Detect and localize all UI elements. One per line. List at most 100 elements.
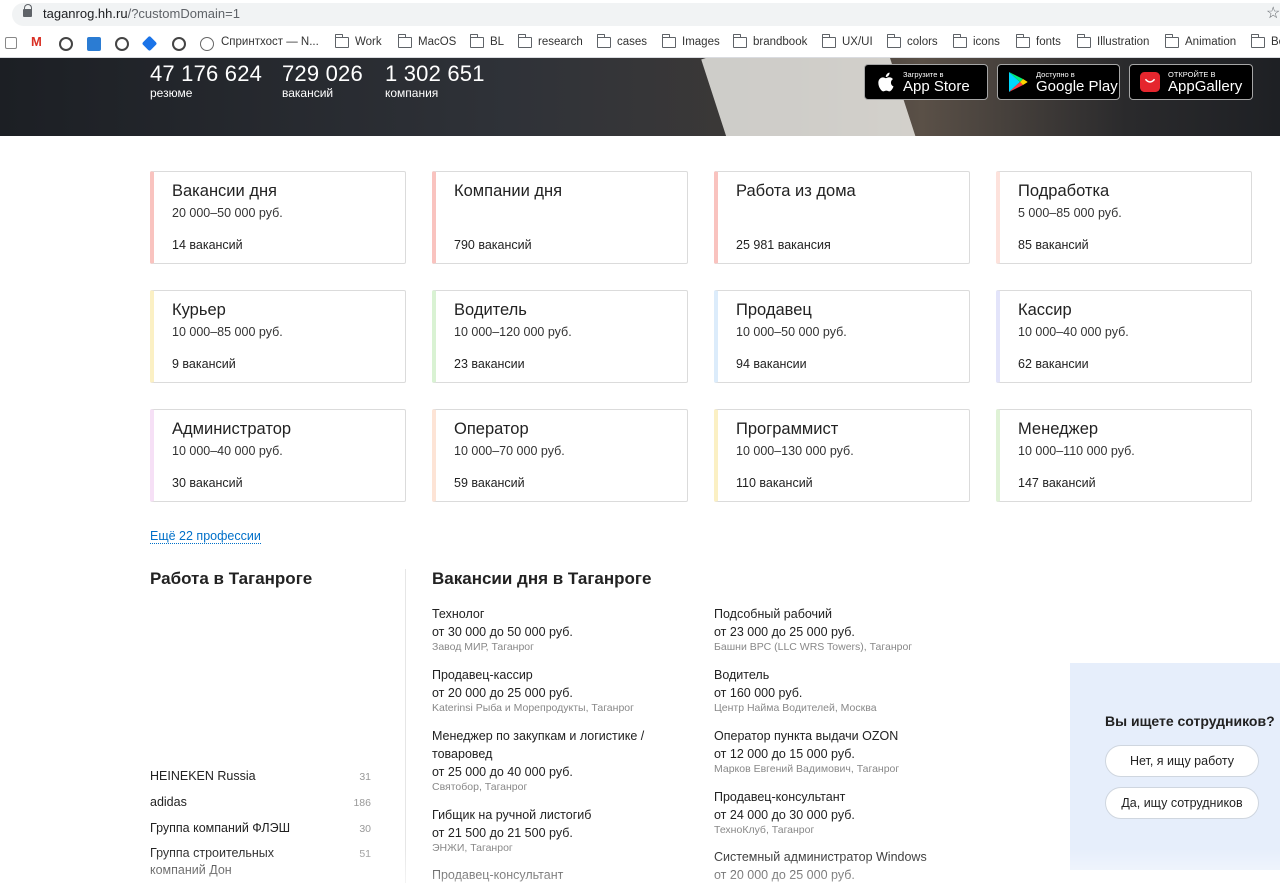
- profession-card[interactable]: Водитель 10 000–120 000 руб. 23 вакансии: [432, 290, 688, 383]
- bookmark-macos[interactable]: MacOS: [397, 33, 456, 48]
- vacancy-salary: от 20 000 до 25 000 руб.: [432, 686, 573, 700]
- vacancy-item[interactable]: Продавец-кассир от 20 000 до 25 000 руб.…: [432, 666, 692, 715]
- huawei-appgallery-icon: [1140, 72, 1160, 92]
- profession-card[interactable]: Работа из дома 25 981 вакансия: [714, 171, 970, 264]
- folder-icon: [469, 33, 484, 48]
- card-vacancy-count: 85 вакансий: [1018, 238, 1089, 252]
- more-professions-link[interactable]: Ещё 22 профессии: [150, 529, 261, 544]
- bookmark-uxui[interactable]: UX/UI: [821, 33, 873, 48]
- vacancy-title[interactable]: Оператор пункта выдачи OZON: [714, 727, 1014, 745]
- card-salary: 10 000–130 000 руб.: [736, 444, 854, 458]
- globe-icon[interactable]: [59, 37, 73, 51]
- globe-icon[interactable]: [172, 37, 186, 51]
- employer-question-widget: Вы ищете сотрудников? Нет, я ищу работу …: [1070, 663, 1280, 870]
- google-play-button[interactable]: Доступно в Google Play: [997, 64, 1120, 100]
- card-vacancy-count: 9 вакансий: [172, 357, 236, 371]
- vacancy-item[interactable]: Продавец-консультант от 24 000 до 30 000…: [714, 788, 1014, 837]
- url-path: /?customDomain=1: [127, 6, 240, 21]
- profession-card[interactable]: Программист 10 000–130 000 руб. 110 ваканс…: [714, 409, 970, 502]
- folder-icon: [397, 33, 412, 48]
- bookmark-star-icon[interactable]: ☆: [1266, 3, 1280, 23]
- vacancy-employer: Марков Евгений Вадимович, Таганрог: [714, 763, 900, 775]
- card-title: Работа из дома: [736, 182, 856, 200]
- app-gallery-button[interactable]: ОТКРОЙТЕ В AppGallery: [1129, 64, 1253, 100]
- profession-card[interactable]: Вакансии дня 20 000–50 000 руб. 14 ваканси…: [150, 171, 406, 264]
- vacancy-item[interactable]: Менеджер по закупкам и логистике / товар…: [432, 727, 662, 794]
- profession-card[interactable]: Компании дня 790 вакансий: [432, 171, 688, 264]
- vacancy-employer: Святобор, Таганрог: [432, 781, 528, 793]
- hero-banner: 47 176 624 резюме 729 026 вакансий 1 302…: [0, 58, 1280, 136]
- company-link-flesh[interactable]: Группа компаний ФЛЭШ: [150, 820, 360, 837]
- bookmark-animation[interactable]: Animation: [1164, 33, 1236, 48]
- vacancy-salary: от 12 000 до 15 000 руб.: [714, 747, 855, 761]
- card-salary: 10 000–70 000 руб.: [454, 444, 565, 458]
- vacancy-title[interactable]: Гибщик на ручной листогиб: [432, 806, 692, 824]
- vacancy-title[interactable]: Подсобный рабочий: [714, 605, 1014, 623]
- vacancy-item[interactable]: Оператор пункта выдачи OZON от 12 000 до…: [714, 727, 1014, 776]
- bookmark-brandbook[interactable]: brandbook: [732, 33, 807, 48]
- sprinthost-icon[interactable]: [200, 37, 214, 51]
- profession-card[interactable]: Оператор 10 000–70 000 руб. 59 вакансий: [432, 409, 688, 502]
- k-app-icon[interactable]: [87, 37, 101, 51]
- bookmark-work[interactable]: Work: [334, 33, 382, 48]
- bookmark-images[interactable]: Images: [661, 33, 720, 48]
- bookmark-fonts[interactable]: fonts: [1015, 33, 1061, 48]
- vacancy-title[interactable]: Продавец-консультант: [714, 788, 1014, 806]
- vacancy-item[interactable]: Системный администратор Windows от 20 00…: [714, 848, 1014, 884]
- globe-icon[interactable]: [115, 37, 129, 51]
- card-vacancy-count: 30 вакансий: [172, 476, 243, 490]
- app-store-button[interactable]: Загрузите в App Store: [864, 64, 988, 100]
- company-link-heineken[interactable]: HEINEKEN Russia: [150, 768, 360, 785]
- card-vacancy-count: 59 вакансий: [454, 476, 525, 490]
- bookmark-be[interactable]: Be: [1250, 33, 1280, 48]
- gmail-icon[interactable]: M: [31, 34, 45, 49]
- bookmark-sprinthost[interactable]: Спринтхост — N...: [221, 36, 319, 48]
- vacancy-title[interactable]: Технолог: [432, 605, 692, 623]
- card-title: Подработка: [1018, 182, 1110, 200]
- card-vacancy-count: 110 вакансий: [736, 476, 813, 490]
- profession-card[interactable]: Кассир 10 000–40 000 руб. 62 вакансии: [996, 290, 1252, 383]
- vacancy-salary: от 23 000 до 25 000 руб.: [714, 625, 855, 639]
- folder-icon: [517, 33, 532, 48]
- diamond-app-icon[interactable]: [141, 35, 158, 52]
- vacancy-item[interactable]: Продавец-консультант: [432, 866, 692, 884]
- company-link-adidas[interactable]: adidas: [150, 794, 360, 811]
- card-vacancy-count: 790 вакансий: [454, 238, 532, 252]
- looking-for-job-button[interactable]: Нет, я ищу работу: [1105, 745, 1259, 777]
- vacancy-item[interactable]: Водитель от 160 000 руб. Центр Найма Вод…: [714, 666, 1014, 715]
- looking-for-employees-button[interactable]: Да, ищу сотрудников: [1105, 787, 1259, 819]
- stat-vacancies: 729 026 вакансий: [282, 61, 363, 100]
- bookmark-bl[interactable]: BL: [469, 33, 504, 48]
- folder-icon: [1015, 33, 1030, 48]
- apple-icon: [878, 72, 894, 92]
- vacancy-item[interactable]: Гибщик на ручной листогиб от 21 500 до 2…: [432, 806, 692, 855]
- bookmark-illustration[interactable]: Illustration: [1076, 33, 1149, 48]
- vacancy-title[interactable]: Менеджер по закупкам и логистике / товар…: [432, 727, 662, 763]
- bookmark-cases[interactable]: cases: [596, 33, 647, 48]
- vacancy-title[interactable]: Системный администратор Windows: [714, 848, 1014, 866]
- vacancy-salary: от 24 000 до 30 000 руб.: [714, 808, 855, 822]
- vacancy-item[interactable]: Технолог от 30 000 до 50 000 руб. Завод …: [432, 605, 692, 654]
- vacancy-title[interactable]: Продавец-консультант: [432, 866, 692, 884]
- card-salary: 5 000–85 000 руб.: [1018, 206, 1122, 220]
- vacancy-title[interactable]: Водитель: [714, 666, 1014, 684]
- card-vacancy-count: 94 вакансии: [736, 357, 807, 371]
- company-link-don[interactable]: Группа строительных компаний Дон: [150, 845, 310, 879]
- card-title: Компании дня: [454, 182, 563, 200]
- vacancy-title[interactable]: Продавец-кассир: [432, 666, 692, 684]
- bookmark-icons[interactable]: icons: [952, 33, 1000, 48]
- profession-card[interactable]: Продавец 10 000–50 000 руб. 94 вакансии: [714, 290, 970, 383]
- profession-card[interactable]: Администратор 10 000–40 000 руб. 30 ваканс…: [150, 409, 406, 502]
- bookmark-research[interactable]: research: [517, 33, 583, 48]
- bookmark-colors[interactable]: colors: [886, 33, 938, 48]
- profession-card[interactable]: Курьер 10 000–85 000 руб. 9 вакансий: [150, 290, 406, 383]
- profession-card[interactable]: Подработка 5 000–85 000 руб. 85 вакансий: [996, 171, 1252, 264]
- card-vacancy-count: 62 вакансии: [1018, 357, 1089, 371]
- card-vacancy-count: 23 вакансии: [454, 357, 525, 371]
- bookmark-reader-icon[interactable]: [5, 37, 17, 49]
- url-text[interactable]: taganrog.hh.ru/?customDomain=1: [43, 6, 240, 21]
- profession-card[interactable]: Менеджер 10 000–110 000 руб. 147 вакансий: [996, 409, 1252, 502]
- vacancy-item[interactable]: Подсобный рабочий от 23 000 до 25 000 ру…: [714, 605, 1014, 654]
- folder-icon: [732, 33, 747, 48]
- folder-icon: [334, 33, 349, 48]
